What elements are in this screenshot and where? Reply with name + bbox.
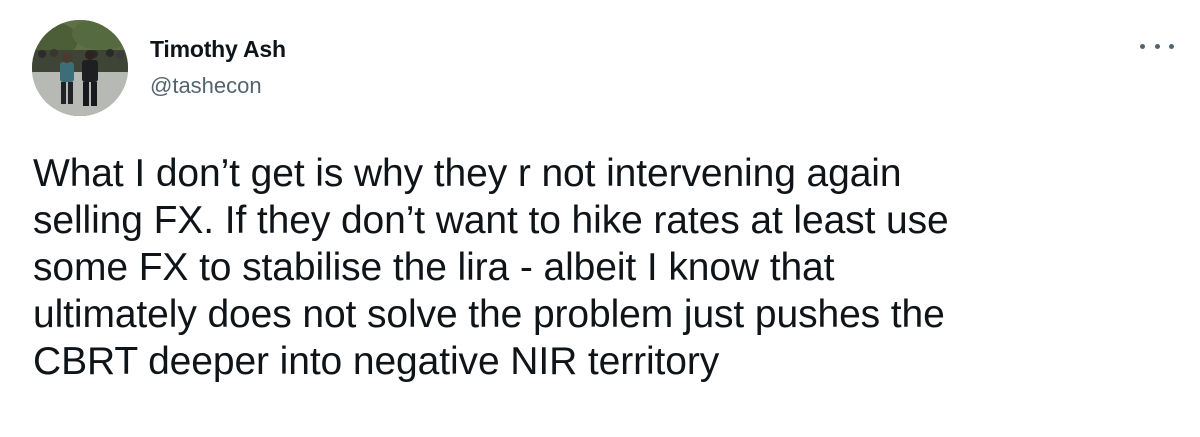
more-horizontal-icon: [1140, 43, 1145, 49]
tweet-text-line: ultimately does not solve the problem ju…: [33, 293, 945, 336]
tweet-text-line: some FX to stabilise the lira - albeit I…: [33, 246, 835, 289]
tweet-text-line: CBRT deeper into negative NIR territory: [33, 340, 720, 383]
avatar[interactable]: [32, 20, 128, 116]
avatar-photo: [32, 20, 128, 116]
tweet-card: Timothy Ash @tashecon What I don’t get i…: [0, 0, 1200, 437]
more-horizontal-icon: [1169, 43, 1174, 49]
tweet-text-line: What I don’t get is why they r not inter…: [33, 152, 902, 195]
tweet-text: What I don’t get is why they r not inter…: [33, 150, 1173, 385]
author-display-name[interactable]: Timothy Ash: [150, 36, 286, 63]
more-options-button[interactable]: [1140, 34, 1174, 58]
tweet-text-line: selling FX. If they don’t want to hike r…: [33, 199, 949, 242]
more-horizontal-icon: [1154, 43, 1160, 49]
author-handle[interactable]: @tashecon: [150, 73, 262, 99]
